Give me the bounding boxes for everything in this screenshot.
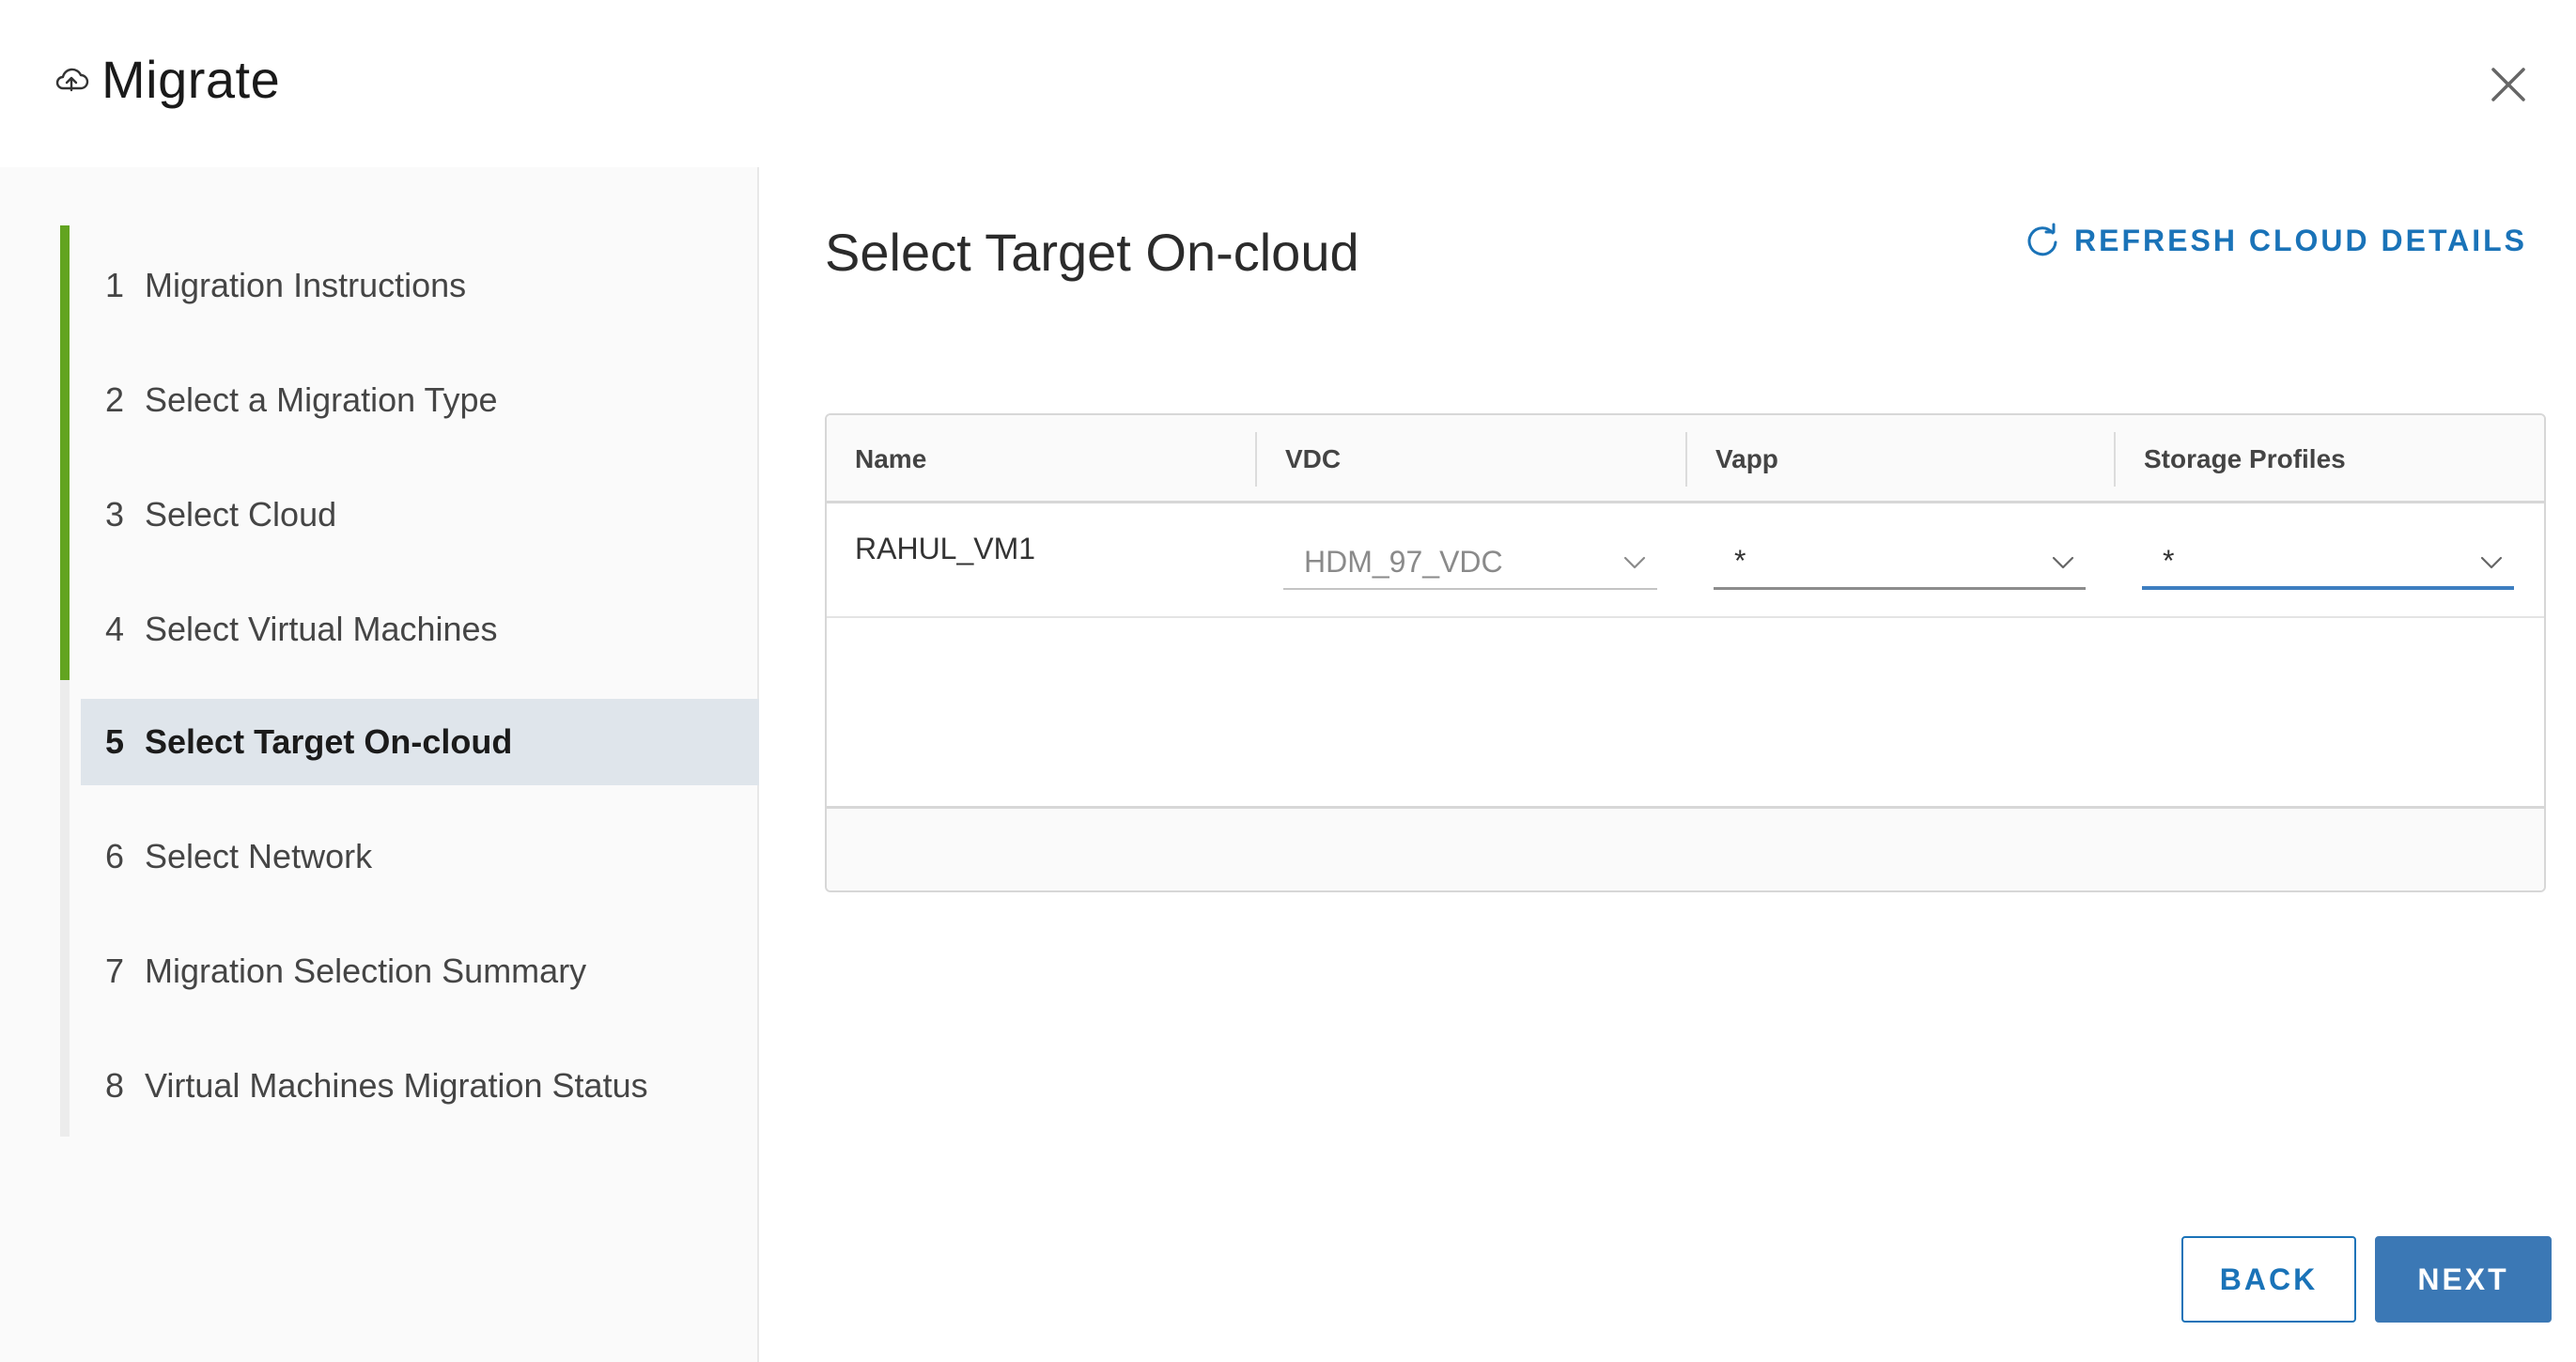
step-select-migration-type[interactable]: 2 Select a Migration Type	[81, 357, 759, 443]
storage-profile-select[interactable]: *	[2142, 535, 2514, 590]
dialog-header: Migrate	[0, 0, 2576, 167]
step-migration-selection-summary[interactable]: 7 Migration Selection Summary	[81, 928, 759, 1014]
wizard-content: Select Target On-cloud REFRESH CLOUD DET…	[761, 167, 2576, 1362]
step-select-virtual-machines[interactable]: 4 Select Virtual Machines	[81, 586, 759, 673]
column-header-name[interactable]: Name	[827, 415, 926, 503]
step-label: Migration Selection Summary	[145, 952, 587, 990]
back-button[interactable]: BACK	[2181, 1236, 2356, 1323]
step-label: Select a Migration Type	[145, 380, 498, 419]
column-header-vapp[interactable]: Vapp	[1687, 415, 1778, 503]
refresh-icon	[2027, 223, 2057, 256]
dialog-title-wrap: Migrate	[53, 49, 280, 110]
column-header-vdc[interactable]: VDC	[1257, 415, 1341, 503]
target-grid: Name VDC Vapp Storage Profiles RAHUL_VM1…	[825, 413, 2546, 892]
step-label: Virtual Machines Migration Status	[145, 1066, 648, 1105]
step-label: Select Target On-cloud	[145, 722, 513, 761]
grid-footer	[827, 806, 2544, 890]
chevron-down-icon	[2480, 556, 2503, 569]
wizard-sidebar: 1 Migration Instructions 2 Select a Migr…	[0, 167, 759, 1362]
step-number: 8	[105, 1066, 125, 1105]
chevron-down-icon	[2052, 556, 2074, 569]
step-migration-instructions[interactable]: 1 Migration Instructions	[81, 242, 759, 329]
step-number: 1	[105, 266, 125, 304]
step-number: 3	[105, 495, 125, 534]
storage-profile-select-value: *	[2163, 543, 2175, 578]
step-select-target-on-cloud[interactable]: 5 Select Target On-cloud	[81, 699, 759, 785]
step-select-network[interactable]: 6 Select Network	[81, 813, 759, 900]
column-header-storage-profiles[interactable]: Storage Profiles	[2116, 415, 2346, 503]
table-row: RAHUL_VM1 HDM_97_VDC * *	[827, 503, 2544, 618]
step-select-cloud[interactable]: 3 Select Cloud	[81, 472, 759, 558]
cloud-upload-icon	[55, 68, 89, 91]
refresh-cloud-details-button[interactable]: REFRESH CLOUD DETAILS	[2024, 222, 2527, 259]
page-title: Select Target On-cloud	[825, 223, 1359, 282]
step-progress-complete	[60, 225, 70, 680]
refresh-label: REFRESH CLOUD DETAILS	[2074, 223, 2527, 257]
step-label: Migration Instructions	[145, 266, 467, 304]
step-label: Select Network	[145, 837, 373, 875]
step-vm-migration-status[interactable]: 8 Virtual Machines Migration Status	[81, 1043, 759, 1129]
vdc-select-value: HDM_97_VDC	[1304, 544, 1503, 579]
dialog-title: Migrate	[101, 50, 281, 109]
step-number: 6	[105, 837, 125, 875]
close-icon[interactable]	[2486, 62, 2531, 107]
step-number: 2	[105, 380, 125, 419]
chevron-down-icon	[1623, 556, 1646, 569]
grid-header: Name VDC Vapp Storage Profiles	[827, 415, 2544, 503]
step-number: 7	[105, 952, 125, 990]
step-label: Select Cloud	[145, 495, 337, 534]
vdc-select[interactable]: HDM_97_VDC	[1283, 535, 1657, 590]
step-number: 5	[105, 722, 125, 761]
vapp-select-value: *	[1734, 544, 1746, 578]
step-number: 4	[105, 610, 125, 648]
vm-name-cell: RAHUL_VM1	[855, 532, 1036, 565]
vapp-select[interactable]: *	[1714, 535, 2086, 590]
step-label: Select Virtual Machines	[145, 610, 498, 648]
next-button[interactable]: NEXT	[2375, 1236, 2552, 1323]
